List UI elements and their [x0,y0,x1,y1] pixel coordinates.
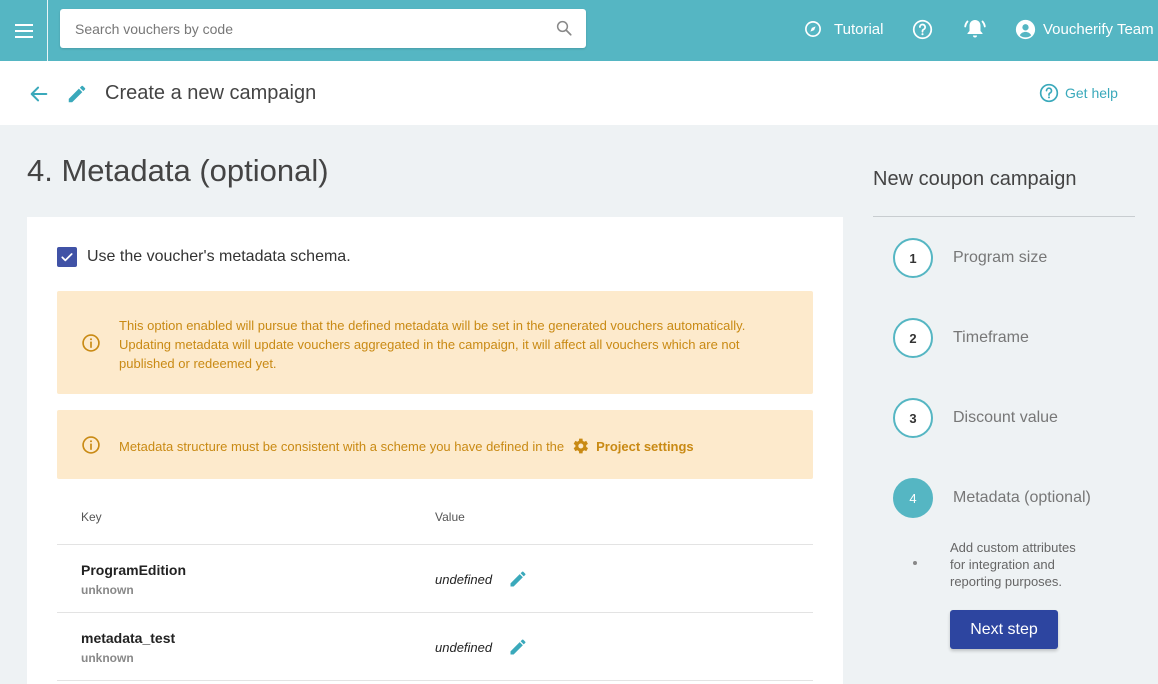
table-row: metadata_test unknown undefined [57,613,813,681]
alert-text: This option enabled will pursue that the… [119,318,746,371]
step-number: 3 [893,398,933,438]
step-program-size[interactable]: 1 Program size [893,238,1047,278]
edit-pencil-icon[interactable] [508,569,528,589]
metadata-value: undefined [435,640,493,655]
metadata-schema-checkbox[interactable] [57,247,77,267]
tutorial-label: Tutorial [834,20,884,38]
key-column-header: Key [81,510,102,524]
page-header: Create a new campaign Get help [0,61,1158,125]
info-icon [82,436,100,454]
value-column-header: Value [435,510,465,524]
alert-text-row: Metadata structure must be consistent wi… [119,436,694,456]
back-arrow-icon[interactable] [28,83,50,105]
step-metadata[interactable]: 4 Metadata (optional) [893,478,1091,518]
project-settings-link[interactable]: Project settings [596,437,694,456]
gear-icon[interactable] [570,436,590,456]
checkbox-label: Use the voucher's metadata schema. [87,248,351,265]
metadata-type: unknown [81,651,134,665]
pencil-icon [68,85,86,103]
step-timeframe[interactable]: 2 Timeframe [893,318,1029,358]
info-alert-metadata-structure: Metadata structure must be consistent wi… [57,410,813,479]
bell-ringing-icon [964,20,986,38]
step-label: Discount value [953,409,1058,426]
step-number: 2 [893,318,933,358]
step-discount-value[interactable]: 3 Discount value [893,398,1058,438]
step-description: Add custom attributes for integration an… [950,540,1076,589]
divider [873,216,1135,217]
user-avatar-icon [1015,19,1036,39]
metadata-card: Use the voucher's metadata schema. This … [27,217,843,684]
search-icon[interactable] [555,19,573,37]
top-bar: Tutorial Voucherify Team [0,0,1158,61]
bullet-dot [913,561,917,565]
search-input[interactable] [75,19,535,39]
notifications-button[interactable] [963,0,987,58]
step-number: 1 [893,238,933,278]
step-number: 4 [893,478,933,518]
checkmark-icon [61,253,73,262]
compass-icon [805,21,821,37]
info-icon [82,334,100,352]
table-header: Key Value [57,500,813,545]
account-menu[interactable]: Voucherify Team [1015,0,1154,58]
info-alert-metadata-propagation: This option enabled will pursue that the… [57,291,813,394]
metadata-type: unknown [81,583,134,597]
get-help-label: Get help [1065,85,1118,101]
search-box [60,9,586,48]
menu-icon [14,23,33,38]
tutorial-button[interactable]: Tutorial [804,0,883,58]
hamburger-menu-button[interactable] [0,0,48,61]
section-title: 4. Metadata (optional) [27,153,329,188]
step-label: Timeframe [953,329,1029,346]
alert-text: Metadata structure must be consistent wi… [119,438,565,454]
get-help-link[interactable]: Get help [1039,83,1118,103]
next-step-button[interactable]: Next step [950,610,1058,649]
table-row: ProgramEdition unknown undefined [57,545,813,613]
help-circle-icon [912,19,933,39]
metadata-value: undefined [435,572,493,587]
help-circle-icon [1039,83,1059,103]
sidebar-title: New coupon campaign [873,168,1077,190]
step-label: Metadata (optional) [953,489,1091,506]
edit-pencil-icon[interactable] [508,637,528,657]
metadata-key: ProgramEdition [81,562,187,578]
metadata-key: metadata_test [81,630,176,646]
metadata-schema-checkbox-row[interactable]: Use the voucher's metadata schema. [57,247,351,267]
help-button[interactable] [912,0,933,58]
account-name: Voucherify Team [1043,20,1154,38]
page-title: Create a new campaign [105,82,317,104]
step-label: Program size [953,249,1048,266]
